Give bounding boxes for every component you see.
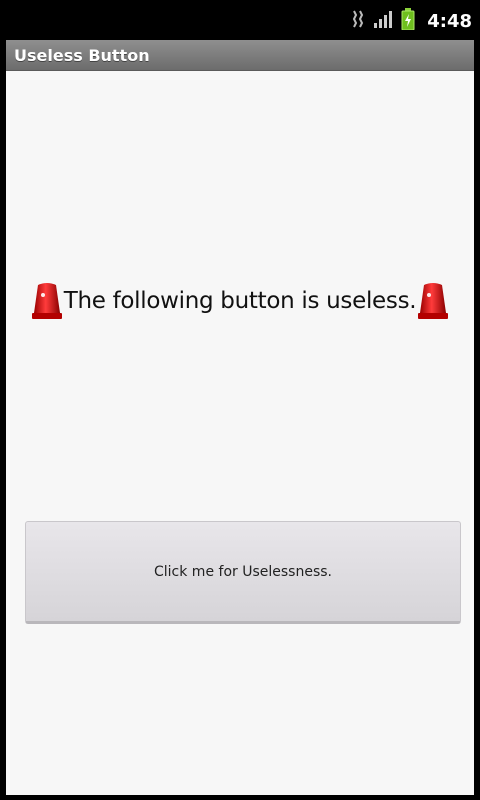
signal-icon [373, 9, 393, 33]
useless-button[interactable]: Click me for Uselessness. [25, 521, 461, 624]
status-bar: 4:48 [0, 0, 480, 40]
siren-icon [30, 281, 64, 321]
status-time: 4:48 [427, 10, 472, 32]
message-text: The following button is useless. [63, 288, 417, 314]
app-title-bar: Useless Button [6, 40, 474, 71]
status-icons: 4:48 [351, 8, 472, 34]
device-screen: 4:48 Useless Button The following button… [0, 0, 480, 800]
siren-icon [416, 281, 450, 321]
content-area: The following button is useless. Click m… [6, 71, 474, 795]
useless-button-label: Click me for Uselessness. [154, 563, 332, 580]
message-row: The following button is useless. [6, 279, 474, 323]
usb-debug-icon [351, 9, 365, 33]
app-title: Useless Button [14, 45, 150, 65]
battery-charging-icon [401, 8, 415, 34]
